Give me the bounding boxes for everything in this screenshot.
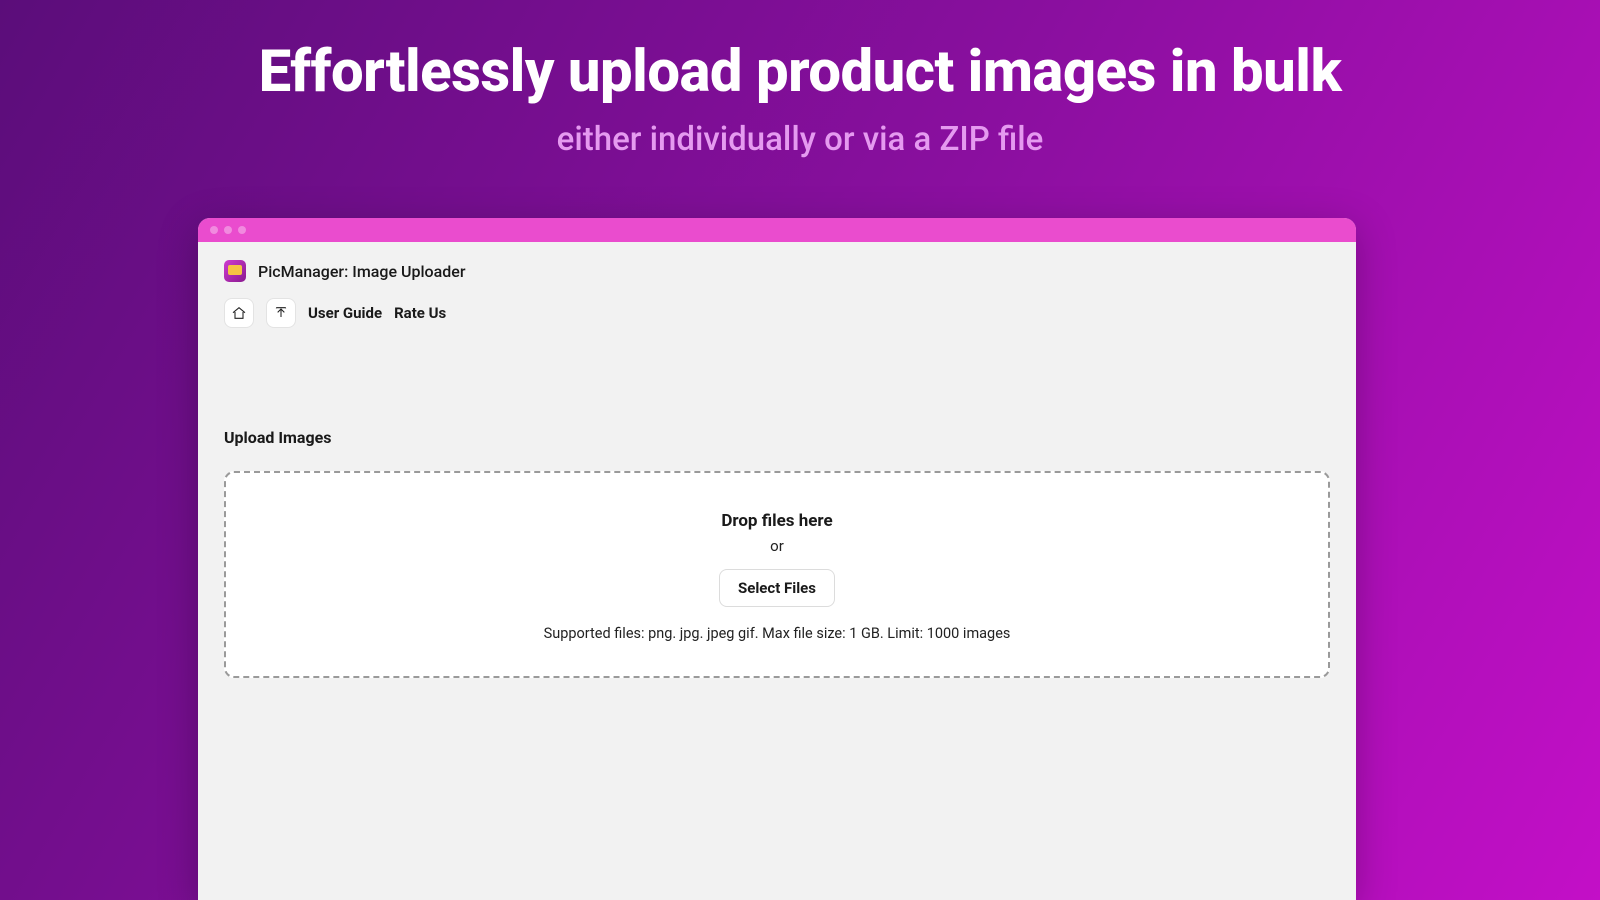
- window-titlebar: [198, 218, 1356, 242]
- nav-rate-us[interactable]: Rate Us: [394, 304, 446, 322]
- toolbar: User Guide Rate Us: [198, 292, 1356, 338]
- dropzone-or-text: or: [246, 537, 1308, 555]
- dropzone-help-text: Supported files: png. jpg. jpeg gif. Max…: [246, 625, 1308, 642]
- hero-title: Effortlessly upload product images in bu…: [0, 38, 1600, 106]
- upload-button[interactable]: [266, 298, 296, 328]
- upload-dropzone[interactable]: Drop files here or Select Files Supporte…: [224, 471, 1330, 678]
- select-files-button[interactable]: Select Files: [719, 569, 835, 607]
- nav-user-guide[interactable]: User Guide: [308, 304, 382, 322]
- window-close-dot[interactable]: [210, 226, 218, 234]
- content-area: Upload Images Drop files here or Select …: [198, 338, 1356, 678]
- upload-arrow-icon: [273, 305, 289, 321]
- home-button[interactable]: [224, 298, 254, 328]
- app-logo-icon: [224, 260, 246, 282]
- section-title-upload: Upload Images: [224, 428, 1330, 447]
- hero-subtitle: either individually or via a ZIP file: [0, 120, 1600, 159]
- app-title: PicManager: Image Uploader: [258, 262, 465, 281]
- app-window: PicManager: Image Uploader User Guide Ra…: [198, 218, 1356, 900]
- app-header: PicManager: Image Uploader: [198, 242, 1356, 292]
- home-icon: [231, 305, 247, 321]
- dropzone-title: Drop files here: [246, 511, 1308, 531]
- window-maximize-dot[interactable]: [238, 226, 246, 234]
- hero: Effortlessly upload product images in bu…: [0, 0, 1600, 159]
- window-minimize-dot[interactable]: [224, 226, 232, 234]
